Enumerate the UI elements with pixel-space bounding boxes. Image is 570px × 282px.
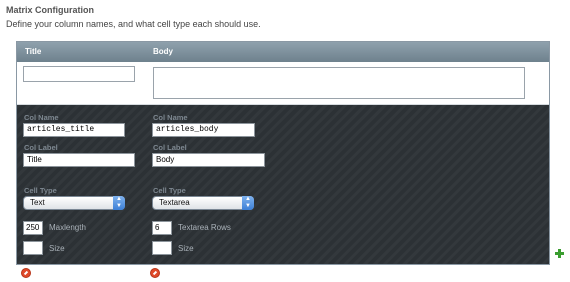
add-column-icon[interactable] [555,249,564,258]
textarea-rows-label: Textarea Rows [178,223,231,232]
col-name-label: Col Name [24,113,59,122]
column-header-bar: Title Body [17,42,549,63]
col-name-input-title[interactable]: articles_title [23,123,125,137]
size-label-title: Size [49,244,65,253]
textarea-rows-input[interactable]: 6 [152,221,172,235]
col-label-label: Col Label [153,143,187,152]
col-label-input-title[interactable]: Title [23,153,135,167]
matrix-config-description: Define your column names, and what cell … [6,19,261,29]
col-label-label: Col Label [24,143,58,152]
maxlength-label: Maxlength [49,223,86,232]
cell-type-select-title[interactable]: Text ▲ ▼ [23,196,125,210]
col-label-input-body[interactable]: Body [152,153,265,167]
cell-type-value-body: Textarea [159,198,190,207]
size-input-title[interactable] [23,241,43,255]
cell-type-value-title: Text [30,198,45,207]
cell-type-label: Cell Type [24,186,57,195]
col-name-input-body[interactable]: articles_body [152,123,255,137]
body-preview-textarea[interactable] [153,67,525,99]
title-preview-input[interactable] [23,66,135,82]
col-name-label: Col Name [153,113,188,122]
preview-row [17,62,549,105]
select-arrows-icon: ▲ ▼ [242,196,254,210]
select-arrows-icon: ▲ ▼ [113,196,125,210]
size-label-body: Size [178,244,194,253]
column-header-body: Body [153,47,173,56]
cell-type-label: Cell Type [153,186,186,195]
matrix-config-title: Matrix Configuration [6,5,94,15]
column-settings-panel: Col Name articles_title Col Label Title … [17,105,549,264]
delete-column-title-icon[interactable] [21,268,31,278]
matrix-table: Title Body Col Name articles_title Col L… [16,41,550,265]
cell-type-select-body[interactable]: Textarea ▲ ▼ [152,196,254,210]
delete-column-body-icon[interactable] [150,268,160,278]
maxlength-input[interactable]: 250 [23,221,43,235]
column-header-title: Title [25,47,42,56]
size-input-body[interactable] [152,241,172,255]
